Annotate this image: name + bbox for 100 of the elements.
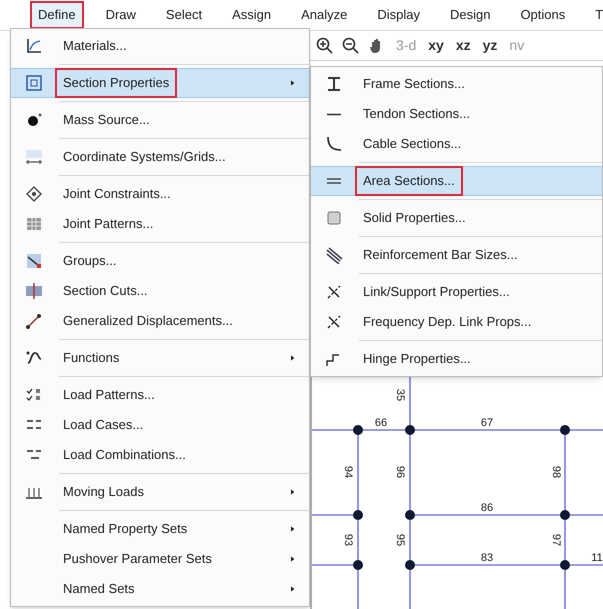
menu-item-label: Frame Sections... — [362, 75, 466, 94]
menu-item-label: Area Sections... — [355, 166, 463, 196]
menu-bar-item[interactable]: Options — [512, 1, 574, 29]
table-icon — [25, 215, 43, 233]
frame-label: 83 — [480, 552, 494, 564]
frame-label: 35 — [394, 388, 406, 402]
menu-item-label: Named Sets — [62, 580, 136, 598]
menu-item[interactable]: Frame Sections... — [311, 69, 602, 99]
menu-item[interactable]: Coordinate Systems/Grids... — [11, 142, 309, 172]
menu-item-label: Pushover Parameter Sets — [62, 550, 213, 568]
menu-item-label: Tendon Sections... — [362, 105, 471, 124]
frame-label: 94 — [342, 466, 354, 478]
joint-dot — [405, 425, 415, 435]
menu-item[interactable]: Tendon Sections... — [311, 99, 602, 129]
grid-icon — [25, 148, 43, 166]
axes-icon — [25, 37, 43, 55]
menu-item[interactable]: Named Sets — [11, 574, 309, 604]
frame-label: 95 — [394, 534, 406, 546]
menu-item-label: Joint Constraints... — [62, 185, 172, 204]
menu-item[interactable]: Named Property Sets — [11, 514, 309, 544]
menu-item-label: Mass Source... — [62, 111, 151, 130]
menu-item[interactable]: Joint Patterns... — [11, 209, 309, 239]
menu-item[interactable]: Area Sections... — [311, 166, 602, 196]
menu-bar-item[interactable]: Design — [442, 1, 498, 29]
joint-dot — [353, 425, 363, 435]
menu-item[interactable]: Functions — [11, 343, 309, 373]
menu-item-label: Section Properties — [55, 68, 178, 98]
bars-icon — [325, 246, 343, 264]
menu-item[interactable]: Cable Sections... — [311, 129, 602, 159]
ball-icon — [25, 111, 43, 129]
menu-item[interactable]: Link/Support Properties... — [311, 277, 602, 307]
menu-item-label: Coordinate Systems/Grids... — [62, 148, 227, 166]
link-icon — [325, 313, 343, 331]
menu-bar-item[interactable]: Assign — [224, 1, 280, 29]
joint-dot — [353, 560, 363, 570]
curve-icon — [25, 349, 43, 367]
menu-item-label: Cable Sections... — [362, 135, 462, 154]
chart-icon — [25, 252, 43, 270]
menu-item-label: Load Cases... — [62, 416, 144, 434]
view-button[interactable]: xy — [426, 35, 446, 56]
menu-item-label: Groups... — [62, 252, 118, 270]
menu-item-label: Load Combinations... — [62, 446, 187, 464]
frame-label: 98 — [550, 466, 562, 478]
menu-item[interactable]: Load Cases... — [11, 410, 309, 440]
menu-item-label: Generalized Displacements... — [62, 312, 234, 330]
menu-bar-item[interactable]: Display — [369, 1, 428, 29]
menu-item-label: Frequency Dep. Link Props... — [362, 313, 532, 332]
menu-item-label: Section Cuts... — [62, 282, 149, 300]
menu-bar-item[interactable]: Analyze — [293, 1, 356, 29]
menu-item-label: Functions — [62, 349, 120, 368]
cube-icon — [325, 209, 343, 227]
i-beam-icon — [325, 75, 343, 93]
frame-label: 66 — [374, 416, 388, 429]
menu-bar-item[interactable]: Select — [158, 1, 210, 29]
menu-item-label: Moving Loads — [62, 483, 145, 502]
menu-item-label: Joint Patterns... — [62, 215, 154, 234]
frame-label: 67 — [480, 416, 494, 429]
menu-item[interactable]: Load Patterns... — [11, 380, 309, 410]
nodes-icon — [25, 312, 43, 330]
frame-label: 96 — [394, 466, 406, 478]
joint-dot — [560, 560, 570, 570]
zoom-out-icon — [342, 36, 360, 54]
menu-item-label: Link/Support Properties... — [362, 283, 511, 302]
section-icon — [25, 74, 43, 92]
menu-item-label: Materials... — [62, 37, 128, 56]
menu-item-label: Reinforcement Bar Sizes... — [362, 246, 519, 264]
cut-icon — [25, 282, 43, 300]
link-icon — [325, 283, 343, 301]
joint-dot — [405, 560, 415, 570]
menu-item[interactable]: Section Properties — [11, 68, 309, 98]
menu-item[interactable]: Reinforcement Bar Sizes... — [311, 240, 602, 270]
menu-item-label: Solid Properties... — [362, 209, 467, 228]
view-button[interactable]: yz — [480, 35, 500, 56]
menu-item[interactable]: Joint Constraints... — [11, 179, 309, 209]
frame-label: 86 — [480, 502, 494, 514]
frame-label: 93 — [342, 534, 354, 546]
menu-item[interactable]: Mass Source... — [11, 105, 309, 135]
menu-item[interactable]: Pushover Parameter Sets — [11, 544, 309, 574]
diamond-icon — [25, 185, 43, 203]
menu-item[interactable]: Hinge Properties... — [311, 344, 602, 374]
menu-item[interactable]: Materials... — [11, 31, 309, 61]
joint-dot — [353, 510, 363, 520]
view-button[interactable]: xz — [454, 35, 473, 56]
joint-dot — [405, 510, 415, 520]
menu-bar-item[interactable]: T — [587, 1, 603, 29]
joint-dot — [560, 510, 570, 520]
menu-item-label: Load Patterns... — [62, 386, 156, 404]
menu-item[interactable]: Load Combinations... — [11, 440, 309, 470]
menu-item-label: Hinge Properties... — [362, 350, 472, 368]
menu-item[interactable]: Solid Properties... — [311, 203, 602, 233]
menu-bar-item[interactable]: Draw — [98, 1, 144, 29]
menu-bar-item[interactable]: Define — [30, 1, 84, 29]
menu-item[interactable]: Generalized Displacements... — [11, 306, 309, 336]
menu-item[interactable]: Moving Loads — [11, 477, 309, 507]
menu-item[interactable]: Groups... — [11, 246, 309, 276]
joint-dot — [560, 425, 570, 435]
menu-item[interactable]: Section Cuts... — [11, 276, 309, 306]
menu-item-label: Named Property Sets — [62, 520, 188, 538]
zoom-in-icon — [316, 36, 334, 54]
menu-item[interactable]: Frequency Dep. Link Props... — [311, 307, 602, 337]
